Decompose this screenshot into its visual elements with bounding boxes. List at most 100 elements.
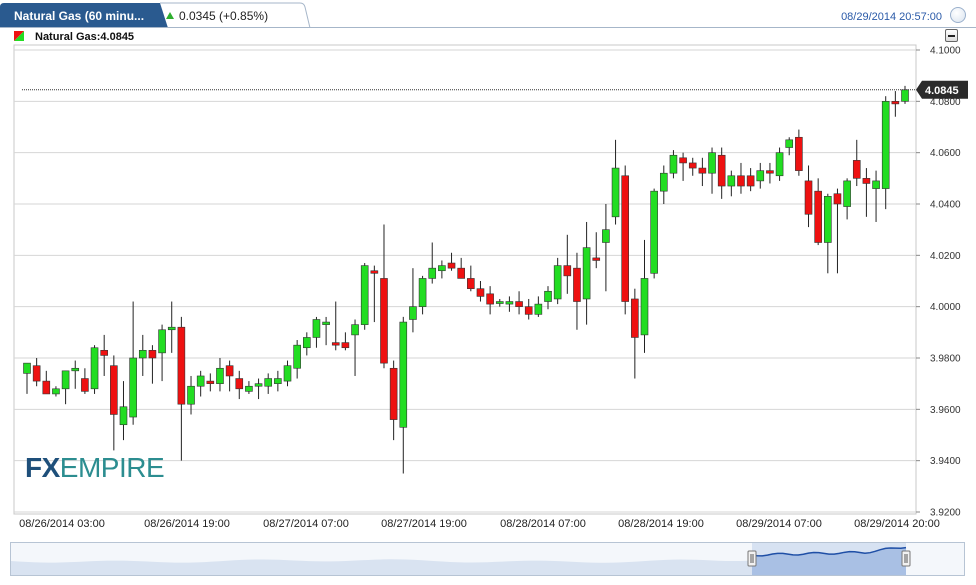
x-tick-label: 08/28/2014 07:00 — [500, 518, 586, 530]
instrument-tab[interactable]: Natural Gas (60 minu... — [14, 9, 162, 23]
candle-up — [360, 265, 369, 325]
x-tick-label: 08/26/2014 19:00 — [144, 518, 230, 530]
candle-up — [669, 154, 678, 174]
navigator-left-handle[interactable] — [747, 550, 757, 567]
x-tick-label: 08/29/2014 07:00 — [736, 518, 822, 530]
series-legend-label: Natural Gas:4.0845 — [35, 31, 135, 43]
header-bar: Natural Gas (60 minu... 0.0345 (+0.85%) … — [0, 0, 976, 28]
candle-down — [447, 262, 456, 269]
candle-up — [544, 290, 552, 302]
candle-down — [592, 257, 601, 261]
candle-up — [399, 321, 408, 428]
price-change-value: 0.0345 (+0.85%) — [179, 9, 269, 23]
candle-down — [746, 175, 755, 187]
candle-up — [312, 319, 321, 338]
candle-up — [418, 278, 427, 307]
candle-up — [245, 385, 253, 392]
candle-down — [679, 157, 687, 164]
candle-legend-icon — [14, 31, 24, 41]
candle-down — [370, 270, 379, 274]
candle-down — [341, 342, 350, 349]
candle-up — [196, 375, 205, 387]
chart-window: 4.1000 4.0800 4.0600 4.0400 4.0200 4.0000 3.98… — [0, 0, 976, 585]
candle-up — [274, 378, 282, 384]
candle-up — [650, 190, 658, 274]
candle-up — [756, 170, 765, 182]
price-chart: 4.10004.08004.06004.04004.02004.00003.98… — [13, 44, 968, 530]
candle-up — [553, 265, 562, 300]
candle-down — [380, 278, 388, 364]
y-tick-label: 4.0600 — [930, 148, 961, 159]
candle-down — [100, 349, 108, 356]
candle-down — [862, 178, 871, 184]
candle-down — [206, 380, 215, 384]
x-tick-label: 08/27/2014 07:00 — [263, 518, 349, 530]
candle-up — [901, 89, 909, 102]
candle-down — [766, 170, 774, 174]
candle-up — [138, 349, 147, 359]
x-tick-label: 08/28/2014 19:00 — [618, 518, 704, 530]
last-price-label: 4.0845 — [925, 85, 959, 97]
candle-up — [23, 362, 31, 374]
last-update-timestamp: 08/29/2014 20:57:00 — [841, 11, 942, 23]
plot-area — [13, 44, 917, 515]
fxempire-logo: FXEMPIRE — [25, 452, 165, 483]
candle-up — [119, 406, 128, 426]
candle-down — [524, 306, 533, 315]
candle-up — [71, 367, 80, 372]
candle-up — [824, 196, 832, 243]
candle-down — [621, 175, 629, 302]
candle-down — [515, 301, 523, 307]
candle-up — [640, 278, 649, 336]
candle-up — [495, 301, 504, 304]
x-tick-label: 08/29/2014 20:00 — [854, 518, 940, 530]
candle-up — [283, 365, 292, 382]
candle-down — [852, 160, 861, 179]
candle-up — [61, 370, 70, 390]
candle-down — [42, 380, 51, 395]
candle-up — [438, 265, 446, 272]
candle-down — [737, 175, 745, 187]
candle-down — [814, 190, 822, 243]
candle-up — [872, 180, 880, 189]
price-change: 0.0345 (+0.85%) — [166, 9, 268, 23]
candle-up — [90, 347, 99, 390]
candle-down — [225, 365, 234, 377]
y-tick-label: 3.9400 — [930, 456, 961, 467]
candle-up — [158, 329, 166, 354]
candle-down — [563, 265, 572, 277]
candle-up — [708, 152, 716, 174]
candle-up — [775, 152, 784, 177]
candle-down — [389, 367, 398, 420]
candle-up — [216, 367, 224, 384]
y-tick-label: 4.1000 — [930, 46, 961, 57]
candle-down — [573, 267, 581, 302]
candle-down — [235, 378, 244, 390]
settings-orb-icon[interactable] — [950, 7, 966, 23]
navigator-right-handle[interactable] — [901, 550, 911, 567]
candle-up — [611, 167, 620, 218]
range-navigator[interactable] — [10, 542, 965, 576]
candle-down — [804, 180, 813, 215]
candle-up — [409, 306, 417, 320]
candle-up — [293, 344, 301, 369]
candle-down — [177, 326, 186, 405]
candle-down — [467, 278, 475, 289]
candle-down — [717, 154, 726, 187]
candle-down — [833, 193, 842, 205]
candle-down — [331, 342, 340, 346]
candle-down — [110, 365, 118, 415]
candle-up — [505, 301, 514, 305]
minimize-button[interactable] — [945, 29, 958, 42]
x-tick-label: 08/26/2014 03:00 — [19, 518, 105, 530]
candle-down — [795, 136, 803, 171]
candle-down — [457, 267, 465, 279]
candle-up — [351, 324, 359, 336]
candle-up — [264, 378, 273, 387]
y-tick-label: 3.9600 — [930, 405, 961, 416]
candle-up — [534, 303, 543, 315]
candle-down — [698, 167, 707, 174]
candle-up — [428, 267, 437, 279]
candle-up — [582, 247, 591, 300]
candle-down — [81, 378, 89, 392]
